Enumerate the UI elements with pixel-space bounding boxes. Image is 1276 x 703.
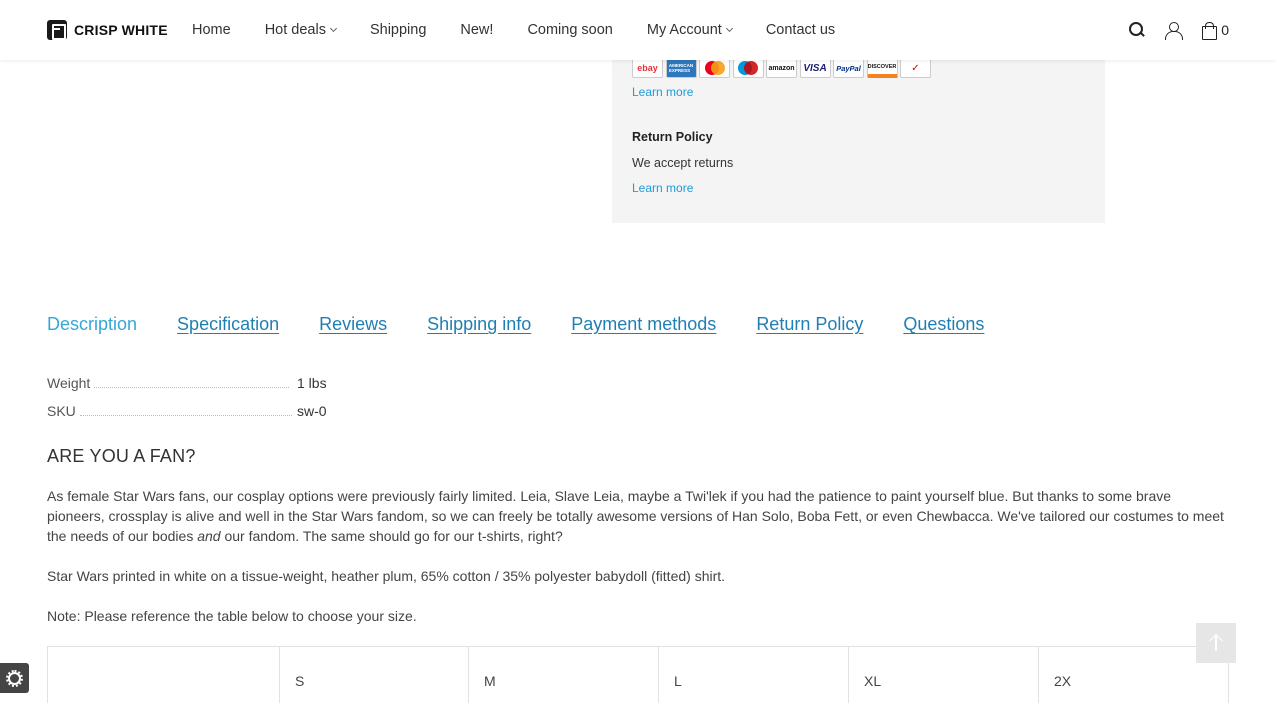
tab-description[interactable]: Description [47,314,137,335]
mastercard-logo [704,61,725,75]
header-actions: 0 [1111,20,1229,40]
discover-icon: DISCOVER [866,58,898,78]
payment-icons: ebay AMERICAN EXPRESS amazon VISA PayPal … [632,58,934,78]
table-cell: S [279,646,469,703]
return-learn-more-link[interactable]: Learn more [632,181,693,195]
amex-icon: AMERICAN EXPRESS [665,58,697,78]
spec-value: 1 lbs [297,375,327,391]
spec-label: SKU [47,403,76,419]
payment-learn-more-link[interactable]: Learn more [632,85,693,99]
amazon-icon: amazon [766,58,797,78]
nav-new[interactable]: New! [460,22,493,38]
size-table: S M L XL 2X [47,646,1229,703]
site-header: CRISP WHITE Home Hot deals Shipping New!… [0,0,1276,60]
tab-shipping-info[interactable]: Shipping info [427,314,531,335]
paypal-icon: PayPal [833,58,864,78]
spec-label: Weight [47,375,91,391]
return-policy-title: Return Policy [632,130,713,144]
nav-my-account[interactable]: My Account [647,22,733,38]
logo[interactable]: CRISP WHITE [47,20,168,40]
cart-count[interactable]: 0 [1221,22,1229,38]
return-policy-text: We accept returns [632,156,734,170]
user-icon[interactable] [1163,20,1184,40]
tab-payment-methods[interactable]: Payment methods [571,314,716,335]
nav-coming-soon[interactable]: Coming soon [527,22,612,38]
chevron-down-icon [725,24,733,33]
settings-button[interactable] [0,663,29,693]
cart-icon[interactable] [1199,20,1219,40]
maestro-icon [732,58,764,78]
spec-dots [94,387,290,388]
spec-dots [79,415,292,416]
nav-contact-us[interactable]: Contact us [766,22,835,38]
tab-reviews[interactable]: Reviews [319,314,387,335]
logo-icon [47,20,67,40]
description-paragraph-1: As female Star Wars fans, our cosplay op… [47,488,1224,544]
table-cell [47,646,280,703]
maestro-logo [738,61,758,75]
description-heading: ARE YOU A FAN? [47,446,196,466]
tab-questions[interactable]: Questions [903,314,984,335]
spec-row-sku: SKU sw-0 [47,403,337,419]
table-cell: XL [848,646,1039,703]
visa-icon: VISA [799,58,831,78]
ebay-icon: ebay [632,58,663,78]
spec-row-weight: Weight 1 lbs [47,375,337,391]
echeck-icon: ✓ [900,58,931,78]
mastercard-icon [699,58,730,78]
description-paragraph-2: Star Wars printed in white on a tissue-w… [47,568,726,584]
logo-text: CRISP WHITE [74,22,168,38]
nav-home[interactable]: Home [192,22,231,38]
nav-hot-deals[interactable]: Hot deals [265,22,337,38]
back-to-top-button[interactable] [1196,623,1236,663]
table-cell: L [658,646,849,703]
table-cell: M [468,646,659,703]
description-paragraph-3: Note: Please reference the table below t… [47,608,417,624]
main-nav: Home Hot deals Shipping New! Coming soon… [192,0,869,60]
table-row: S M L XL 2X [47,646,1229,703]
tab-specification[interactable]: Specification [177,314,279,335]
product-tabs: Description Specification Reviews Shippi… [47,314,1024,335]
chevron-down-icon [329,24,337,33]
tab-return-policy[interactable]: Return Policy [756,314,863,335]
nav-shipping[interactable]: Shipping [370,22,426,38]
search-icon[interactable] [1127,20,1147,40]
spec-value: sw-0 [297,403,327,419]
